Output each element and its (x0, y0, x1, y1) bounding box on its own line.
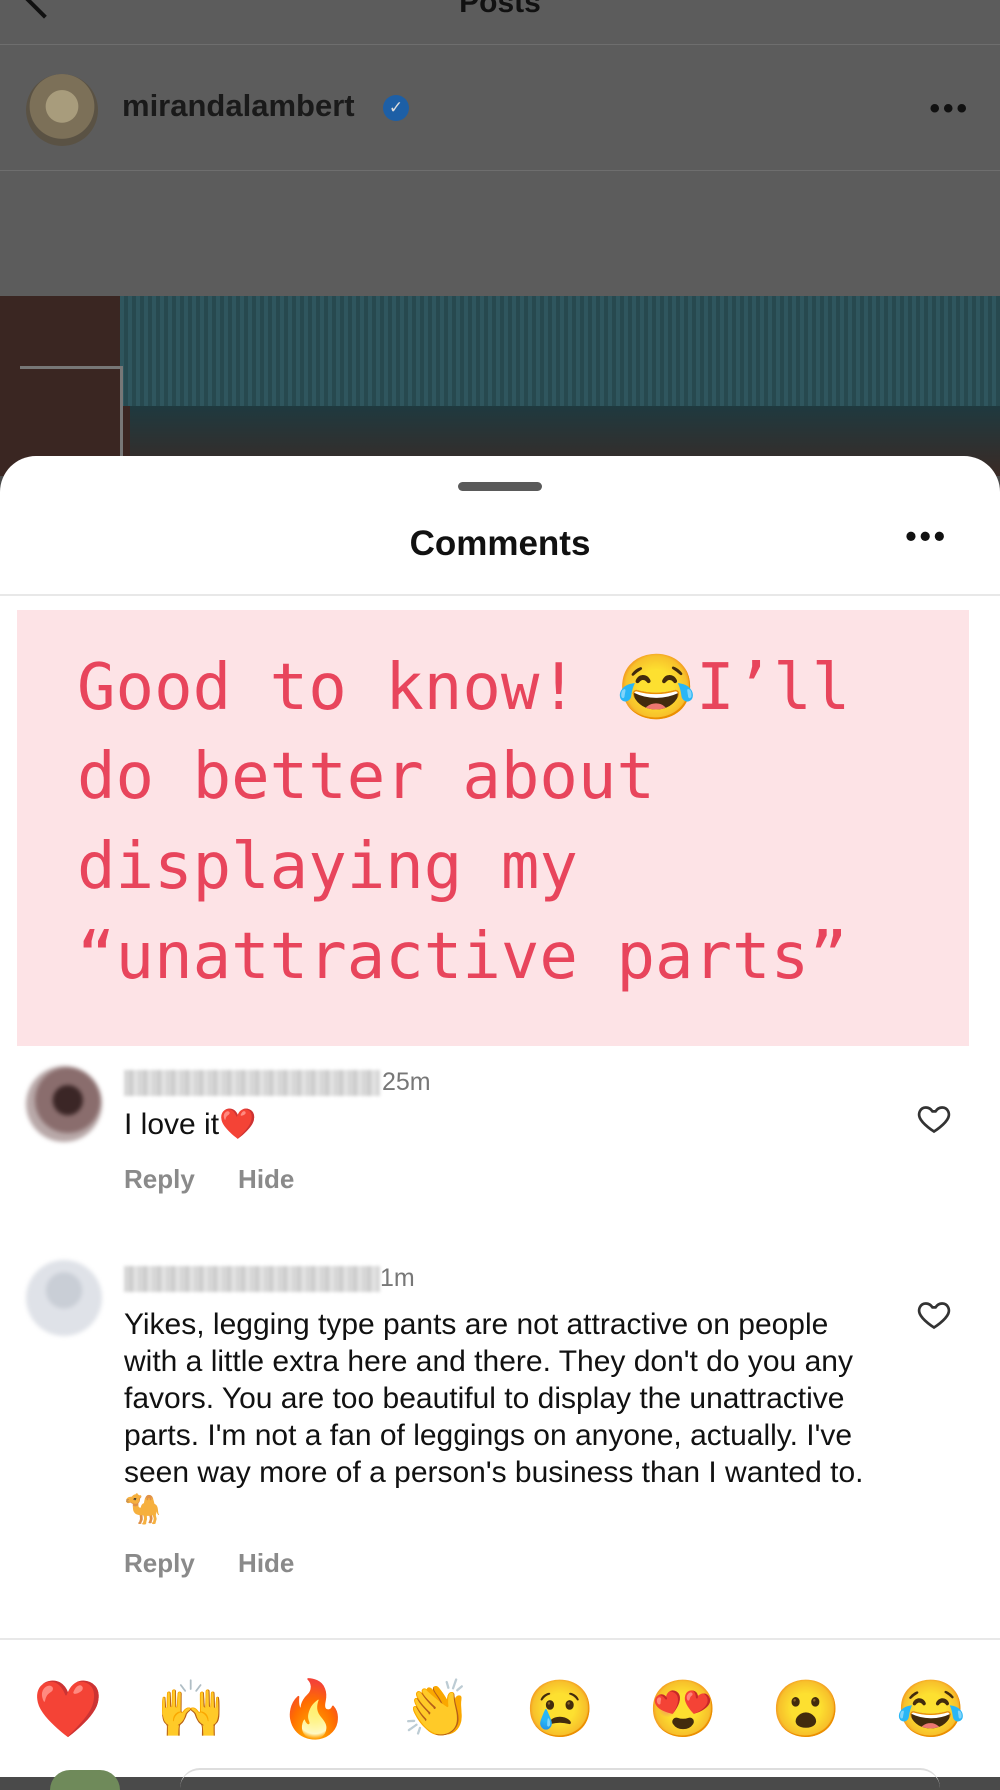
comment-time: 25m (382, 1068, 431, 1096)
post-photo (0, 296, 1000, 476)
divider (0, 44, 1000, 45)
more-options-icon[interactable]: ••• (929, 92, 970, 126)
reaction-crying[interactable]: 😢 (520, 1664, 600, 1754)
avatar[interactable] (26, 1066, 102, 1142)
quick-reaction-bar: ❤️ 🙌 🔥 👏 😢 😍 😮 😂 (0, 1664, 1000, 1754)
divider (0, 170, 1000, 171)
like-heart-icon[interactable] (916, 1100, 952, 1136)
post-header: Posts mirandalambert ✓ ••• (0, 0, 1000, 296)
hide-button[interactable]: Hide (238, 1548, 294, 1578)
quote-line: displaying my (77, 830, 578, 904)
blurred-username (124, 1266, 380, 1292)
comment-actions: Reply Hide (124, 1164, 330, 1195)
reaction-raising-hands[interactable]: 🙌 (151, 1664, 231, 1754)
reaction-heart[interactable]: ❤️ (28, 1664, 108, 1754)
comment-text: I love it❤️ (124, 1108, 257, 1141)
quote-line: “unattractive parts” (77, 920, 848, 994)
quote-overlay: Good to know! 😂I’ll do better about disp… (17, 610, 969, 1046)
reaction-fire[interactable]: 🔥 (274, 1664, 354, 1754)
more-options-icon[interactable]: ••• (905, 518, 948, 555)
divider (0, 1638, 1000, 1640)
blurred-username (124, 1070, 380, 1096)
comment-text: Yikes, legging type pants are not attrac… (124, 1308, 864, 1526)
reply-button[interactable]: Reply (124, 1164, 195, 1194)
comment-input[interactable] (180, 1768, 940, 1790)
comment-time: 1m (380, 1264, 415, 1292)
reaction-clapping[interactable]: 👏 (397, 1664, 477, 1754)
divider (0, 594, 1000, 596)
reaction-heart-eyes[interactable]: 😍 (643, 1664, 723, 1754)
hide-button[interactable]: Hide (238, 1164, 294, 1194)
comment-actions: Reply Hide (124, 1548, 330, 1579)
post-username[interactable]: mirandalambert (122, 88, 355, 124)
comments-sheet: Comments ••• Good to know! 😂I’ll do bett… (0, 456, 1000, 1790)
reaction-surprised[interactable]: 😮 (766, 1664, 846, 1754)
quote-line: do better about (77, 740, 655, 814)
quote-line: Good to know! 😂I’ll (77, 651, 851, 725)
reply-button[interactable]: Reply (124, 1548, 195, 1578)
sheet-drag-handle[interactable] (458, 482, 542, 491)
avatar (50, 1770, 120, 1790)
like-heart-icon[interactable] (916, 1296, 952, 1332)
reaction-laughing[interactable]: 😂 (891, 1664, 971, 1754)
verified-badge-icon: ✓ (383, 95, 409, 121)
avatar[interactable] (26, 74, 98, 146)
page-title: Posts (459, 0, 541, 19)
avatar[interactable] (26, 1260, 102, 1336)
sheet-title: Comments (409, 524, 591, 563)
